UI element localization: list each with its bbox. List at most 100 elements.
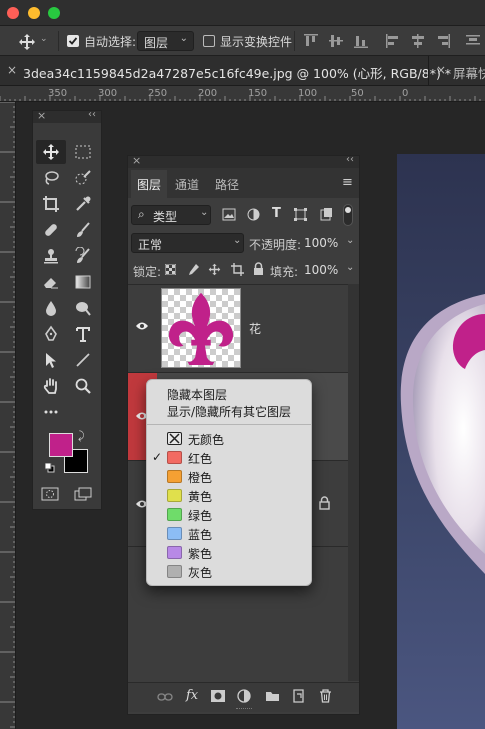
lasso-tool[interactable] <box>38 166 64 190</box>
align-top-edges-icon[interactable] <box>304 34 318 48</box>
type-tool[interactable] <box>70 322 96 346</box>
lock-image-pixels-icon[interactable] <box>187 263 200 276</box>
dodge-icon <box>76 302 91 316</box>
chevron-down-icon[interactable]: ⌄ <box>346 235 354 246</box>
new-layer-icon[interactable] <box>292 689 305 703</box>
collapse-panel-icon[interactable]: ‹‹ <box>88 109 96 120</box>
history-brush-tool[interactable] <box>70 244 96 268</box>
chevron-down-icon[interactable]: ⌄ <box>40 34 48 44</box>
layer-name[interactable]: 花 <box>249 320 261 337</box>
blur-tool[interactable] <box>38 296 64 320</box>
chevron-down-icon[interactable]: ⌄ <box>346 262 354 273</box>
link-layers-icon[interactable] <box>157 692 173 702</box>
swap-colors-icon[interactable]: ⤸ <box>78 429 85 443</box>
marquee-tool[interactable] <box>70 140 96 164</box>
hand-tool[interactable] <box>38 374 64 398</box>
align-horizontal-centers-icon[interactable] <box>411 34 425 48</box>
auto-select-checkbox[interactable] <box>67 35 79 47</box>
align-right-edges-icon[interactable] <box>436 34 450 48</box>
align-bottom-edges-icon[interactable] <box>354 34 368 48</box>
dodge-tool[interactable] <box>70 296 96 320</box>
menu-item-color-orange[interactable]: 橙色 <box>147 467 311 486</box>
color-swatch <box>167 546 182 559</box>
blend-mode-dropdown[interactable]: 正常 ⌄ <box>131 233 244 253</box>
type-layer-filter-icon[interactable]: T <box>272 206 281 221</box>
layers-panel-header[interactable]: × ‹‹ <box>128 154 359 168</box>
align-left-edges-icon[interactable] <box>386 34 400 48</box>
menu-item-color-yellow[interactable]: 黄色 <box>147 486 311 505</box>
collapse-panel-icon[interactable]: ‹‹ <box>346 154 354 165</box>
resize-grip[interactable] <box>236 708 252 712</box>
menu-item-color-none[interactable]: 无颜色 <box>147 429 311 448</box>
align-vertical-centers-icon[interactable] <box>329 34 343 48</box>
document-tab-active[interactable]: 3dea34c1159845d2a47287e5c16fc49e.jpg @ 1… <box>23 56 451 86</box>
pen-tool[interactable] <box>38 322 64 346</box>
new-group-icon[interactable] <box>265 690 280 702</box>
tab-channels[interactable]: 通道 <box>169 170 205 194</box>
lock-artboard-icon[interactable] <box>231 263 244 276</box>
quick-mask-icon[interactable] <box>41 487 59 501</box>
menu-item-color-gray[interactable]: 灰色 <box>147 562 311 581</box>
line-tool[interactable] <box>70 348 96 372</box>
menu-item-color-green[interactable]: 绿色 <box>147 505 311 524</box>
clone-stamp-tool[interactable] <box>38 244 64 268</box>
default-colors-icon[interactable] <box>45 463 55 473</box>
adjustment-layer-filter-icon[interactable] <box>247 208 260 221</box>
eyedropper-tool[interactable] <box>70 192 96 216</box>
auto-select-target-dropdown[interactable]: 图层 ⌄ <box>137 31 194 51</box>
trash-icon[interactable] <box>319 689 332 703</box>
layer-row[interactable]: 花 <box>128 285 348 372</box>
layers-scrollbar[interactable] <box>348 284 359 681</box>
document-tab-inactive[interactable]: 屏幕快 <box>453 56 485 86</box>
menu-item-color-blue[interactable]: 蓝色 <box>147 524 311 543</box>
brush-tool[interactable] <box>70 218 96 242</box>
fill-value[interactable]: 100% <box>304 263 338 277</box>
lock-position-icon[interactable] <box>208 263 221 276</box>
smart-object-filter-icon[interactable] <box>320 208 333 221</box>
tab-paths[interactable]: 路径 <box>209 170 245 194</box>
opacity-value[interactable]: 100% <box>304 236 338 250</box>
shape-layer-filter-icon[interactable] <box>294 208 307 221</box>
menu-item-show-hide-other-layers[interactable]: 显示/隐藏所有其它图层 <box>147 401 311 420</box>
add-mask-icon[interactable] <box>211 690 225 702</box>
menu-item-color-violet[interactable]: 紫色 <box>147 543 311 562</box>
lock-transparent-pixels-icon[interactable] <box>165 264 176 275</box>
zoom-window-button[interactable] <box>48 7 60 19</box>
close-panel-icon[interactable]: × <box>37 109 46 122</box>
eraser-tool[interactable] <box>38 270 64 294</box>
tab-layers[interactable]: 图层 <box>131 170 168 198</box>
filter-kind-dropdown[interactable]: ⌕ 类型 ⌄ <box>131 205 211 225</box>
edit-toolbar-button[interactable] <box>38 400 64 424</box>
adjustment-layer-icon[interactable] <box>237 689 251 703</box>
close-tab-icon[interactable]: × <box>7 63 17 77</box>
document-canvas[interactable] <box>397 154 485 729</box>
close-tab-icon[interactable]: × <box>436 63 446 77</box>
gradient-tool[interactable] <box>70 270 96 294</box>
distribute-icon[interactable] <box>466 34 480 48</box>
foreground-color-swatch[interactable] <box>49 433 73 457</box>
crop-tool[interactable] <box>38 192 64 216</box>
menu-item-color-red[interactable]: ✓ 红色 <box>147 448 311 467</box>
minimize-window-button[interactable] <box>28 7 40 19</box>
screen-mode-icon[interactable] <box>74 487 92 501</box>
path-selection-tool[interactable] <box>38 348 64 372</box>
move-tool[interactable] <box>38 140 64 164</box>
layer-context-menu: 隐藏本图层 显示/隐藏所有其它图层 无颜色 ✓ 红色 橙色 黄色 绿色 蓝色 紫色 灰色 <box>146 379 312 586</box>
close-window-button[interactable] <box>7 7 19 19</box>
move-tool-icon[interactable] <box>18 33 36 51</box>
eye-icon[interactable] <box>135 321 149 331</box>
horizontal-ruler[interactable]: 350 300 250 200 150 100 50 0 <box>0 86 485 102</box>
show-transform-checkbox[interactable] <box>203 35 215 47</box>
close-panel-icon[interactable]: × <box>132 154 141 167</box>
lock-all-icon[interactable] <box>253 262 264 276</box>
filter-toggle-switch[interactable] <box>343 204 353 226</box>
layer-style-icon[interactable]: fx <box>186 688 198 703</box>
lock-label: 锁定: <box>133 265 162 279</box>
panel-menu-icon[interactable]: ≡ <box>342 175 353 190</box>
zoom-tool[interactable] <box>70 374 96 398</box>
vertical-ruler[interactable] <box>0 102 16 729</box>
tools-panel-header[interactable]: × ‹‹ <box>33 109 101 123</box>
quick-selection-tool[interactable] <box>70 166 96 190</box>
pixel-layer-filter-icon[interactable] <box>222 208 236 221</box>
healing-brush-tool[interactable] <box>38 218 64 242</box>
